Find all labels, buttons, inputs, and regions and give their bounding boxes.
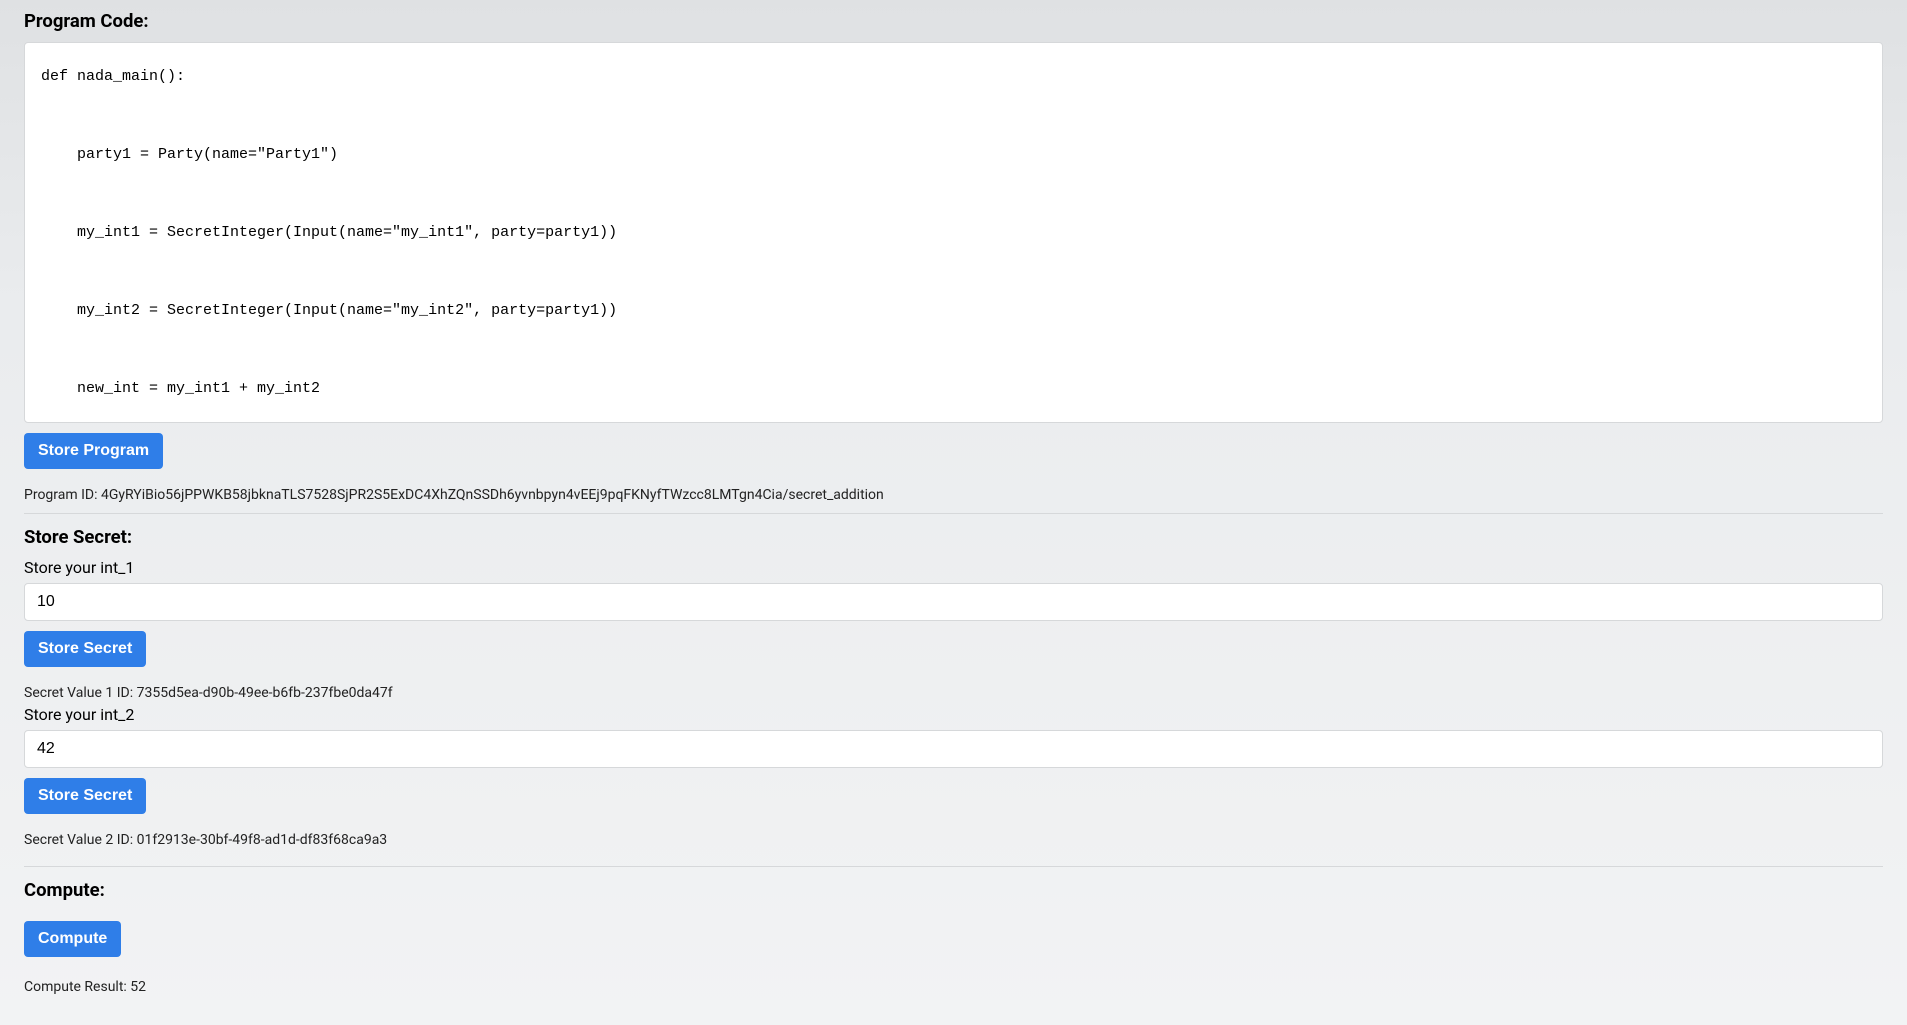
secret2-id-value: 01f2913e-30bf-49f8-ad1d-df83f68ca9a3 xyxy=(137,832,388,848)
compute-button[interactable]: Compute xyxy=(24,921,121,957)
secret2-id-label: Secret Value 2 ID: xyxy=(24,832,137,848)
program-code-box: def nada_main(): party1 = Party(name="Pa… xyxy=(24,42,1883,423)
compute-result-label: Compute Result: xyxy=(24,979,130,995)
section-divider xyxy=(24,513,1883,514)
compute-result-value: 52 xyxy=(130,979,146,995)
secret1-id-value: 7355d5ea-d90b-49ee-b6fb-237fbe0da47f xyxy=(137,685,393,701)
store-secret-int1-button[interactable]: Store Secret xyxy=(24,631,146,667)
store-secret-int2-button[interactable]: Store Secret xyxy=(24,778,146,814)
program-id-label: Program ID: xyxy=(24,487,101,503)
compute-result-display: Compute Result: 52 xyxy=(24,979,1883,995)
secret1-id-label: Secret Value 1 ID: xyxy=(24,685,137,701)
section-divider xyxy=(24,866,1883,867)
secret1-id-display: Secret Value 1 ID: 7355d5ea-d90b-49ee-b6… xyxy=(24,685,1883,701)
secret2-id-display: Secret Value 2 ID: 01f2913e-30bf-49f8-ad… xyxy=(24,832,1883,848)
program-id-value: 4GyRYiBio56jPPWKB58jbknaTLS7528SjPR2S5Ex… xyxy=(101,487,884,503)
store-program-button[interactable]: Store Program xyxy=(24,433,163,469)
int1-input[interactable] xyxy=(24,583,1883,621)
program-id-display: Program ID: 4GyRYiBio56jPPWKB58jbknaTLS7… xyxy=(24,487,1883,503)
int1-label: Store your int_1 xyxy=(24,558,1883,577)
int2-input[interactable] xyxy=(24,730,1883,768)
int2-label: Store your int_2 xyxy=(24,705,1883,724)
program-code-heading: Program Code: xyxy=(24,10,1883,32)
compute-heading: Compute: xyxy=(24,879,1883,901)
store-secret-heading: Store Secret: xyxy=(24,526,1883,548)
